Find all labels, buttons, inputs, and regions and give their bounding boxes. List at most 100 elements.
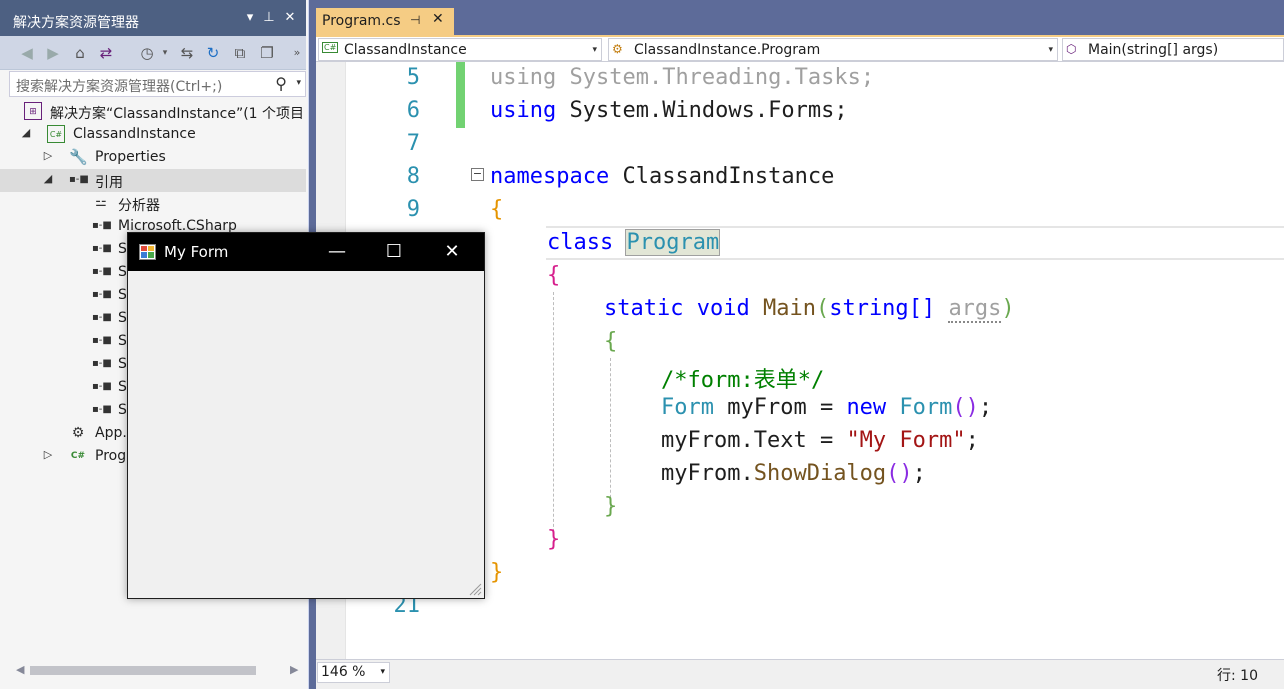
project-dropdown-value: ClassandInstance xyxy=(344,42,467,58)
tree-item-label: Properties xyxy=(95,149,166,165)
tree-item-label: S xyxy=(118,379,127,395)
search-placeholder: 搜索解决方案资源管理器(Ctrl+;) xyxy=(16,79,223,95)
reference-icon: ▪‐■ xyxy=(92,266,112,277)
form-app-icon xyxy=(139,244,156,260)
pin-icon[interactable]: ⊥ xyxy=(261,10,277,25)
pin-tab-icon[interactable]: ⊣ xyxy=(410,13,420,27)
collapse-all-icon[interactable]: ⧉ xyxy=(230,43,250,63)
scrollbar-thumb[interactable] xyxy=(30,666,256,675)
tab-program-cs[interactable]: Program.cs ⊣ ✕ xyxy=(316,8,454,35)
expand-arrow-icon[interactable]: ▷ xyxy=(42,448,54,461)
code-line-18: } xyxy=(604,494,618,519)
line-number: 7 xyxy=(406,131,420,156)
tree-item-project[interactable]: ◢ C# ClassandInstance xyxy=(0,123,306,146)
scroll-right-icon[interactable]: ▶ xyxy=(290,663,298,676)
refresh-icon[interactable]: ↻ xyxy=(203,43,223,63)
code-line-17: myFrom.ShowDialog(); xyxy=(661,461,926,486)
chevron-down-icon: ▾ xyxy=(380,667,385,677)
collapse-arrow-icon[interactable]: ◢ xyxy=(42,172,54,185)
code-line-20: } xyxy=(490,560,504,585)
reference-icon: ▪‐■ xyxy=(69,174,89,185)
window-menu-icon[interactable]: ▾ xyxy=(242,10,258,25)
reference-icon: ▪‐■ xyxy=(92,243,112,254)
config-icon: ⚙ xyxy=(71,425,85,441)
home-icon[interactable]: ⌂ xyxy=(70,43,90,63)
my-form-titlebar[interactable]: My Form — ☐ ✕ xyxy=(128,233,484,271)
chevron-down-icon: ▾ xyxy=(592,45,597,55)
code-line-5: using System.Threading.Tasks; xyxy=(490,65,875,90)
search-options-dropdown-icon[interactable]: ▾ xyxy=(296,78,301,88)
tree-item-properties[interactable]: ▷ 🔧 Properties xyxy=(0,146,306,169)
tree-item-label: S xyxy=(118,287,127,303)
csharp-project-icon: C# xyxy=(322,42,339,53)
back-icon[interactable]: ◀ xyxy=(17,43,37,63)
sync-icon[interactable]: ⇆ xyxy=(177,43,197,63)
wrench-icon: 🔧 xyxy=(69,148,88,166)
close-panel-icon[interactable]: ✕ xyxy=(282,10,298,25)
code-line-11: { xyxy=(547,263,561,288)
line-number: 5 xyxy=(406,65,420,90)
search-icon[interactable]: ⚲ xyxy=(275,74,287,93)
code-line-10: class Program xyxy=(547,229,721,256)
minimize-icon[interactable]: — xyxy=(327,241,347,262)
solution-explorer-toolbar: ◀ ▶ ⌂ ⇄ ◷ ▾ ⇆ ↻ ⧉ ❐ » xyxy=(0,36,306,70)
tree-item-label: S xyxy=(118,402,127,418)
tree-item-label: S xyxy=(118,310,127,326)
collapse-region-icon[interactable]: − xyxy=(471,168,484,181)
maximize-icon[interactable]: ☐ xyxy=(384,241,404,262)
class-dropdown-value: ClassandInstance.Program xyxy=(634,42,821,58)
class-dropdown[interactable]: ⚙ ClassandInstance.Program ▾ xyxy=(608,38,1058,61)
switch-views-icon[interactable]: ⇄ xyxy=(96,43,116,63)
scroll-left-icon[interactable]: ◀ xyxy=(16,663,24,676)
code-line-6: using System.Windows.Forms; xyxy=(490,98,848,123)
csharp-file-icon: C# xyxy=(70,451,86,461)
tab-label: Program.cs xyxy=(322,13,401,29)
reference-icon: ▪‐■ xyxy=(92,335,112,346)
solution-explorer-title: 解决方案资源管理器 xyxy=(13,15,139,31)
line-number: 9 xyxy=(406,197,420,222)
tree-item-label: 解决方案“ClassandInstance”(1 个项目 xyxy=(50,106,305,122)
indent-guide xyxy=(610,358,611,508)
forward-icon[interactable]: ▶ xyxy=(43,43,63,63)
reference-icon: ▪‐■ xyxy=(92,289,112,300)
project-dropdown[interactable]: C# ClassandInstance ▾ xyxy=(318,38,602,61)
code-line-12: static void Main(string[] args) xyxy=(604,296,1015,323)
reference-icon: ▪‐■ xyxy=(92,381,112,392)
code-line-15: Form myFrom = new Form(); xyxy=(661,395,993,420)
tree-item-references[interactable]: ◢ ▪‐■ 引用 xyxy=(0,169,306,192)
pending-changes-icon[interactable]: ◷ xyxy=(137,43,157,63)
member-dropdown-value: Main(string[] args) xyxy=(1088,42,1219,58)
expand-arrow-icon[interactable]: ▷ xyxy=(42,149,54,162)
horizontal-scrollbar[interactable]: ◀ ▶ xyxy=(14,662,302,678)
solution-explorer-titlebar: 解决方案资源管理器 ▾ ⊥ ✕ xyxy=(0,0,306,36)
tree-item-label: S xyxy=(118,241,127,257)
reference-icon: ▪‐■ xyxy=(92,358,112,369)
class-icon: ⚙ xyxy=(612,42,623,56)
code-line-14: /*form:表单*/ xyxy=(661,368,825,393)
collapse-arrow-icon[interactable]: ◢ xyxy=(20,126,32,139)
close-icon[interactable]: ✕ xyxy=(442,241,462,262)
close-tab-icon[interactable]: ✕ xyxy=(432,11,444,27)
show-all-files-icon[interactable]: ❐ xyxy=(257,43,277,63)
tree-item-label: S xyxy=(118,264,127,280)
zoom-value: 146 % xyxy=(321,664,366,680)
pending-changes-dropdown-icon[interactable]: ▾ xyxy=(155,43,175,63)
line-number: 8 xyxy=(406,164,420,189)
change-tracking-bar xyxy=(456,62,465,128)
my-form-window[interactable]: My Form — ☐ ✕ xyxy=(127,232,485,599)
tree-item-label: 分析器 xyxy=(118,198,160,214)
zoom-dropdown[interactable]: 146 % ▾ xyxy=(317,662,390,683)
tree-item-analyzers[interactable]: ⚍ 分析器 xyxy=(0,192,306,215)
reference-icon: ▪‐■ xyxy=(92,404,112,415)
tree-item-solution[interactable]: ⊞ 解决方案“ClassandInstance”(1 个项目 xyxy=(0,100,306,123)
tree-item-label: S xyxy=(118,356,127,372)
tree-item-label: ClassandInstance xyxy=(73,126,196,142)
code-line-19: } xyxy=(547,527,561,552)
tree-item-label: 引用 xyxy=(95,175,123,191)
method-icon: ⬡ xyxy=(1066,42,1077,56)
resize-grip-icon[interactable] xyxy=(468,582,482,596)
more-icon[interactable]: » xyxy=(287,43,307,63)
solution-search-input[interactable]: 搜索解决方案资源管理器(Ctrl+;) ⚲ ▾ xyxy=(9,71,306,97)
member-dropdown[interactable]: ⬡ Main(string[] args) xyxy=(1062,38,1284,61)
code-line-8: namespace ClassandInstance xyxy=(490,164,835,189)
